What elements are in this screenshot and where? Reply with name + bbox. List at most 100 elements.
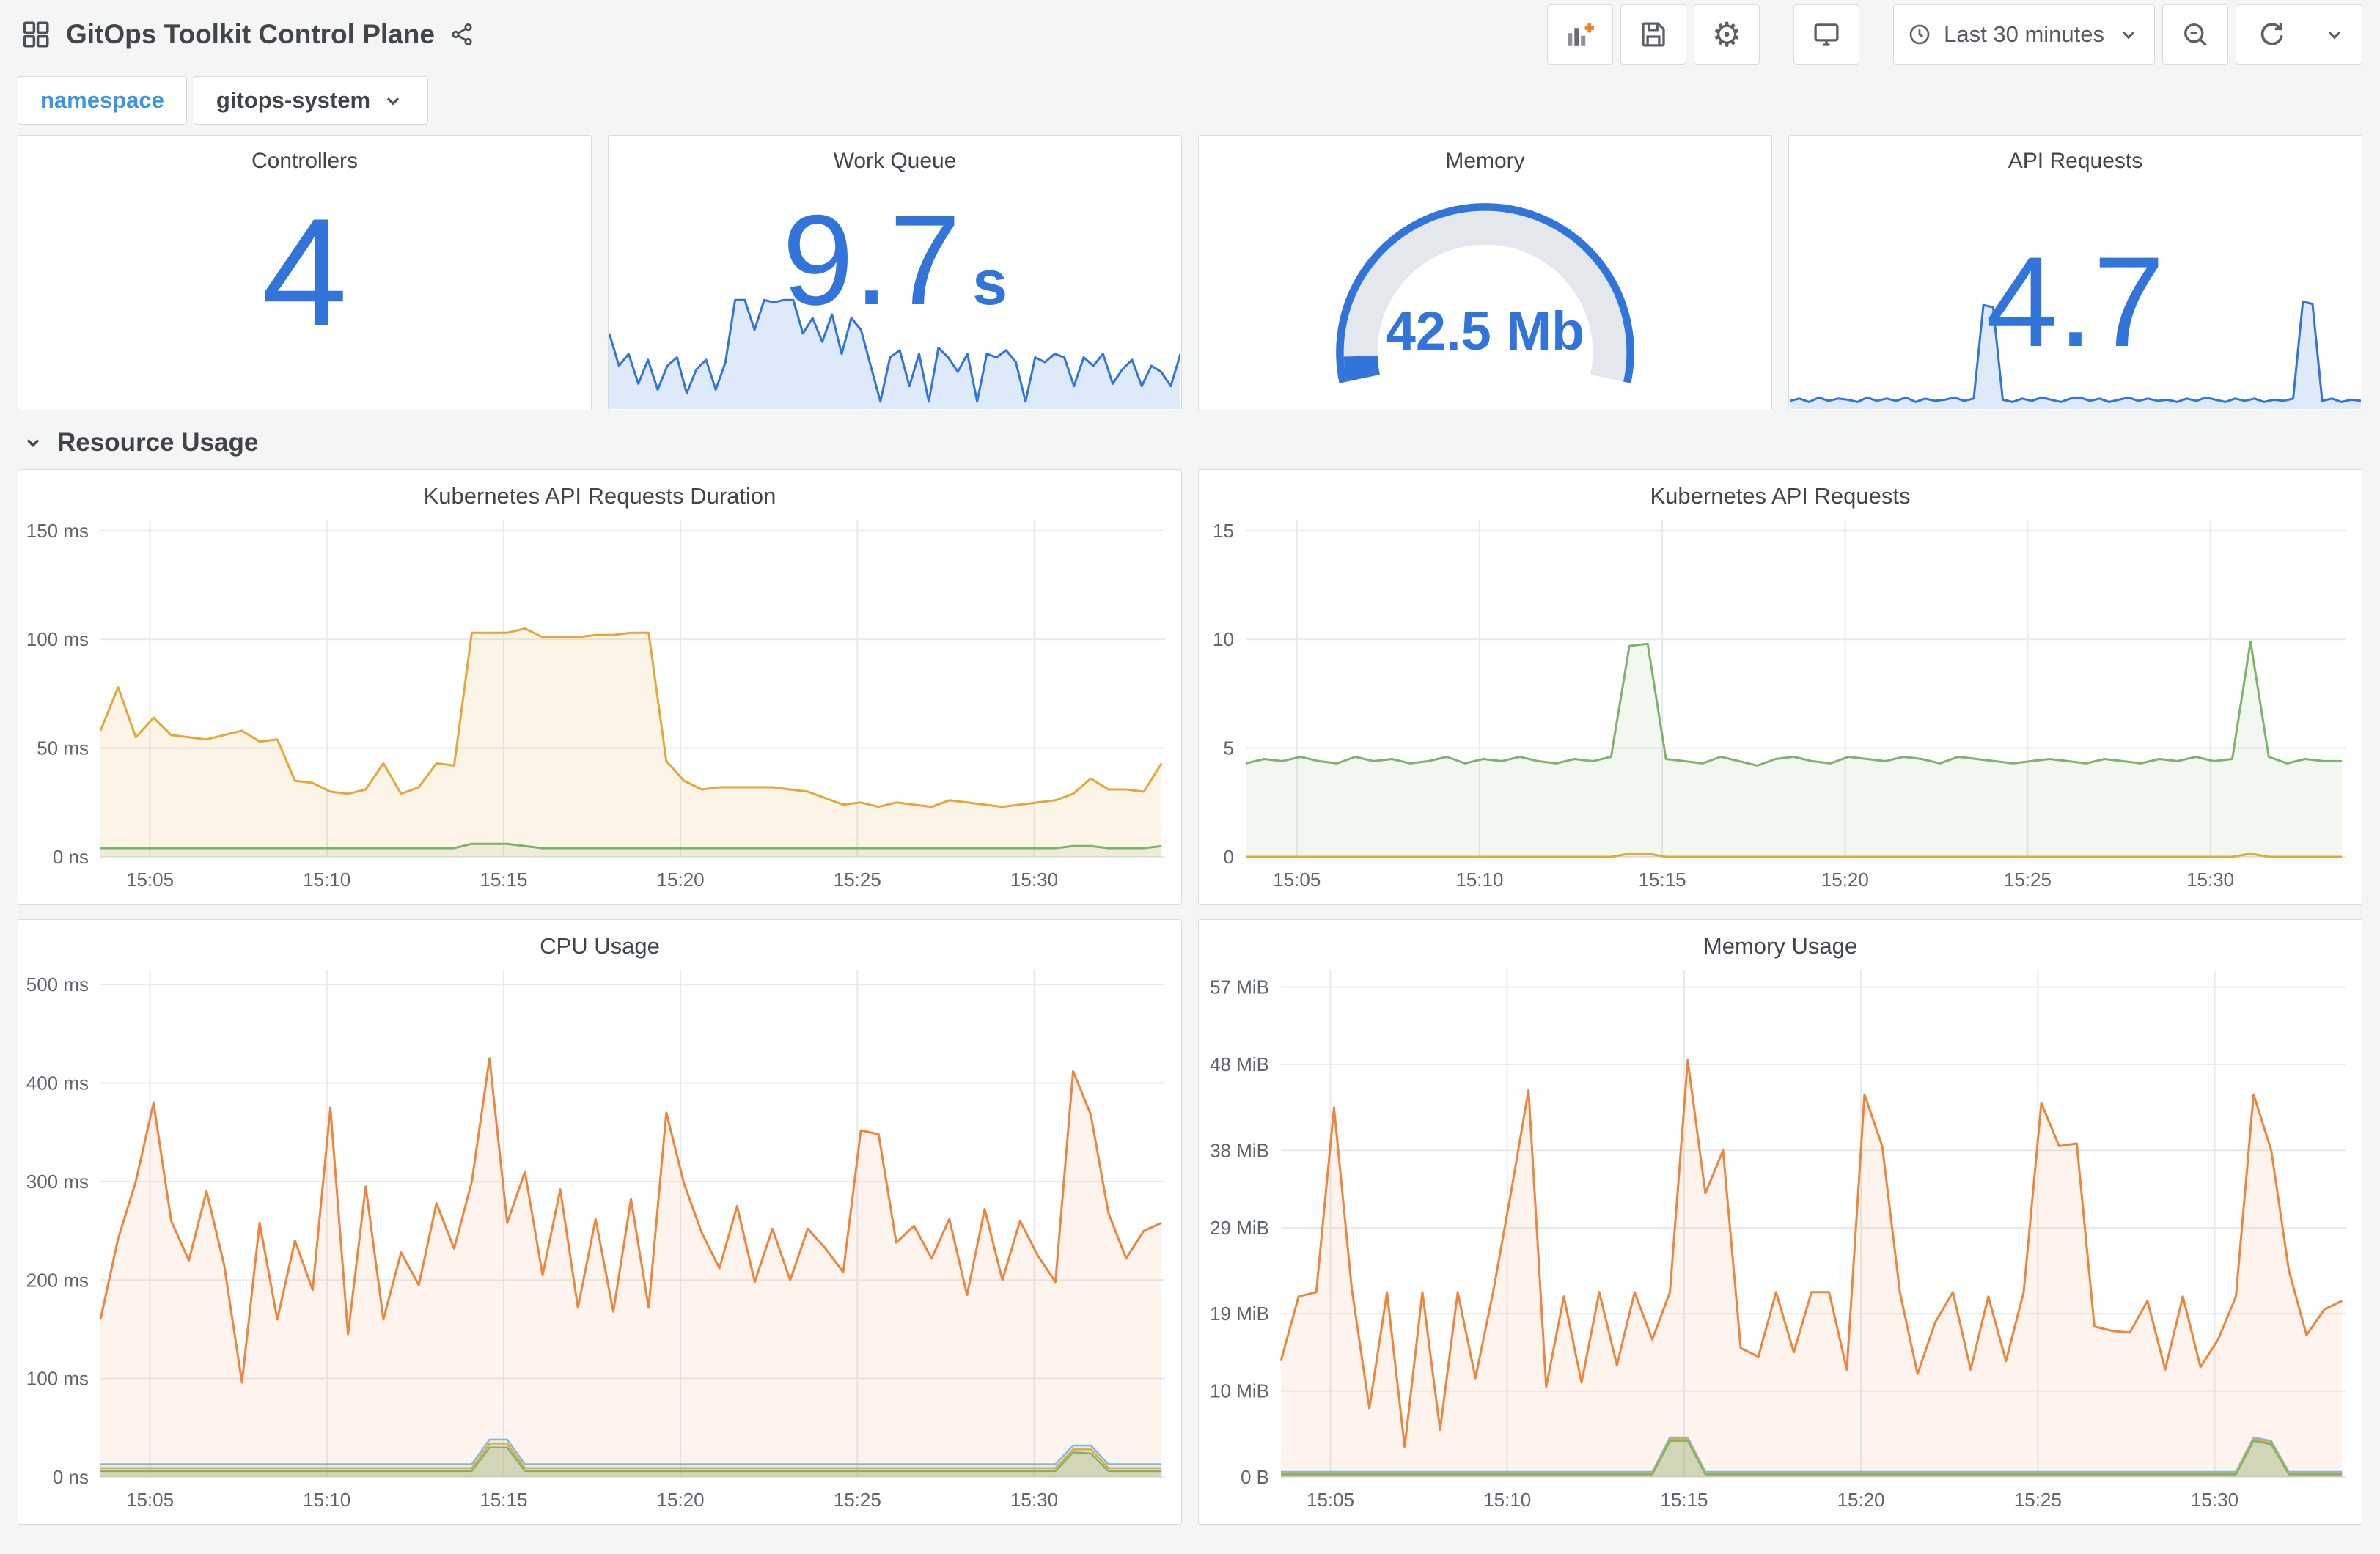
svg-text:15:10: 15:10 <box>1483 1489 1531 1511</box>
tv-mode-button[interactable] <box>1793 4 1860 65</box>
tv-icon <box>1814 23 1839 46</box>
svg-text:15:25: 15:25 <box>2004 869 2052 891</box>
panel-controllers: Controllers 4 <box>18 135 592 410</box>
svg-text:15:20: 15:20 <box>657 869 705 891</box>
panel-memory: Memory 42.5 Mb <box>1198 135 1772 410</box>
svg-text:15:05: 15:05 <box>1273 869 1321 891</box>
plot-area[interactable]: 0 B 10 MiB 19 MiB 29 MiB 38 MiB 48 MiB 57 MiB 1… <box>1199 962 2357 1519</box>
svg-text:38 MiB: 38 MiB <box>1210 1139 1269 1161</box>
stat-value: 42.5 Mb <box>1385 301 1585 362</box>
share-icon[interactable] <box>449 22 474 47</box>
svg-text:15: 15 <box>1213 520 1234 542</box>
chevron-down-icon <box>2328 32 2341 40</box>
svg-text:0 ns: 0 ns <box>53 846 89 868</box>
save-dashboard-button[interactable] <box>1620 4 1687 65</box>
panel-memory-usage: Memory Usage 0 B 10 MiB 19 MiB 29 MiB 38 MiB… <box>1198 919 2362 1525</box>
chart-canvas[interactable]: 0 5 10 15 15:05 15:10 15:15 15:20 15:25 15:30 <box>1199 512 2357 895</box>
svg-text:0: 0 <box>1224 846 1234 868</box>
time-range-picker[interactable]: Last 30 minutes <box>1893 4 2155 65</box>
legend: avgcurrent P50 5 ms 5 ms P99 48 ms 43 ms <box>18 899 1181 904</box>
chart-canvas[interactable]: 0 B 10 MiB 19 MiB 29 MiB 38 MiB 48 MiB 57 MiB 1… <box>1199 962 2357 1515</box>
svg-text:15:15: 15:15 <box>480 869 527 891</box>
variable-namespace-select[interactable]: gitops-system <box>193 76 429 125</box>
refresh-interval-dropdown[interactable] <box>2307 5 2362 64</box>
chart-canvas[interactable]: 0 ns 100 ms 200 ms 300 ms 400 ms 500 ms 15:05 1… <box>18 962 1177 1515</box>
svg-text:15:20: 15:20 <box>657 1489 705 1511</box>
refresh-button-group <box>2236 4 2362 65</box>
legend: avgcurrent helm-controller-57f9b56bbf-k2… <box>1199 1519 2362 1524</box>
svg-text:5: 5 <box>1224 737 1234 759</box>
zoom-out-icon <box>2184 23 2207 46</box>
svg-text:15:10: 15:10 <box>303 869 350 891</box>
panel-k8s-api-requests: Kubernetes API Requests 0 5 10 15 15:05 15:10… <box>1198 469 2362 905</box>
dashboard-header: GitOps Toolkit Control Plane ⚙ Last 30 m… <box>18 0 2362 69</box>
svg-text:500 ms: 500 ms <box>26 973 89 995</box>
clock-icon <box>1909 24 1930 45</box>
svg-text:15:05: 15:05 <box>126 869 174 891</box>
svg-text:57 MiB: 57 MiB <box>1210 976 1269 998</box>
add-panel-icon <box>1568 23 1595 46</box>
template-variables: namespace gitops-system <box>18 72 2362 129</box>
panel-work-queue: Work Queue 9.7 s <box>608 135 1182 410</box>
gauge-canvas <box>1336 203 1634 383</box>
dashboard-settings-button[interactable]: ⚙ <box>1694 4 1760 65</box>
svg-text:10: 10 <box>1213 628 1234 650</box>
svg-text:15:25: 15:25 <box>2014 1489 2062 1511</box>
time-range-label: Last 30 minutes <box>1944 21 2104 47</box>
variable-namespace-label: namespace <box>18 76 187 125</box>
chart-canvas[interactable]: 0 ns 50 ms 100 ms 150 ms 15:05 15:10 15:15 15:2… <box>18 512 1177 895</box>
svg-text:15:10: 15:10 <box>1455 869 1503 891</box>
legend-header[interactable]: avgcurrent <box>18 899 1181 904</box>
svg-text:15:15: 15:15 <box>1639 869 1686 891</box>
svg-text:400 ms: 400 ms <box>26 1072 89 1094</box>
svg-text:15:15: 15:15 <box>1660 1489 1708 1511</box>
chevron-down-icon <box>386 97 400 106</box>
legend: avgcurrent total 4.74 4.44 errors 0.01 0 <box>1199 899 2362 904</box>
svg-text:15:25: 15:25 <box>834 1489 881 1511</box>
stat-row: Controllers 4 Work Queue 9.7 s Memory 42… <box>18 135 2362 410</box>
legend-header[interactable]: avgcurrent <box>1199 899 2362 904</box>
svg-text:15:05: 15:05 <box>126 1489 174 1511</box>
legend-header[interactable]: avgcurrent <box>18 1519 1181 1524</box>
svg-text:48 MiB: 48 MiB <box>1210 1053 1269 1075</box>
stat-value: 4.7 <box>1986 230 2165 374</box>
svg-text:10 MiB: 10 MiB <box>1210 1380 1269 1402</box>
memory-gauge <box>1199 180 1771 410</box>
refresh-icon <box>2260 23 2283 45</box>
stat-value: 4 <box>262 186 348 358</box>
plot-area[interactable]: 0 5 10 15 15:05 15:10 15:15 15:20 15:25 15:30 <box>1199 512 2357 899</box>
save-icon <box>1642 22 1665 47</box>
row-resource-usage[interactable]: Resource Usage <box>21 428 2362 457</box>
dashboard-title: GitOps Toolkit Control Plane <box>66 19 435 49</box>
gear-icon: ⚙ <box>1711 15 1742 54</box>
svg-text:150 ms: 150 ms <box>26 520 89 542</box>
legend: avgcurrent helm-controller-57f9b56bbf-k2… <box>18 1519 1181 1524</box>
svg-text:15:05: 15:05 <box>1307 1489 1354 1511</box>
svg-text:15:20: 15:20 <box>1837 1489 1885 1511</box>
panel-cpu-usage: CPU Usage 0 ns 100 ms 200 ms 300 ms 400 ms 50… <box>18 919 1182 1525</box>
charts-row-1: Kubernetes API Requests Duration 0 ns 50 … <box>18 469 2362 905</box>
svg-text:50 ms: 50 ms <box>37 737 89 759</box>
panel-title[interactable]: CPU Usage <box>18 933 1181 960</box>
svg-text:19 MiB: 19 MiB <box>1210 1303 1269 1325</box>
chevron-down-icon <box>2122 32 2135 40</box>
svg-text:0 ns: 0 ns <box>53 1466 89 1488</box>
panel-api-requests: API Requests 4.7 <box>1788 135 2362 410</box>
svg-text:15:30: 15:30 <box>2191 1489 2238 1511</box>
svg-text:200 ms: 200 ms <box>26 1269 89 1291</box>
panel-title[interactable]: Kubernetes API Requests Duration <box>18 483 1181 509</box>
stat-unit: s <box>972 248 1008 318</box>
apps-grid-icon <box>23 21 49 48</box>
panel-title[interactable]: Kubernetes API Requests <box>1199 483 2362 509</box>
legend-header[interactable]: avgcurrent <box>1199 1519 2362 1524</box>
panel-title[interactable]: Memory Usage <box>1199 933 2362 960</box>
dashboard: GitOps Toolkit Control Plane ⚙ Last 30 m… <box>0 0 2380 1525</box>
zoom-out-button[interactable] <box>2162 4 2228 65</box>
plot-area[interactable]: 0 ns 50 ms 100 ms 150 ms 15:05 15:10 15:15 15:2… <box>18 512 1177 899</box>
refresh-button[interactable] <box>2236 5 2307 64</box>
panel-title[interactable]: Memory <box>1199 149 1771 174</box>
svg-text:300 ms: 300 ms <box>26 1171 89 1193</box>
plot-area[interactable]: 0 ns 100 ms 200 ms 300 ms 400 ms 500 ms 15:05 1… <box>18 962 1177 1519</box>
stat-value: 9.7 <box>782 189 961 332</box>
add-panel-button[interactable] <box>1547 4 1614 65</box>
